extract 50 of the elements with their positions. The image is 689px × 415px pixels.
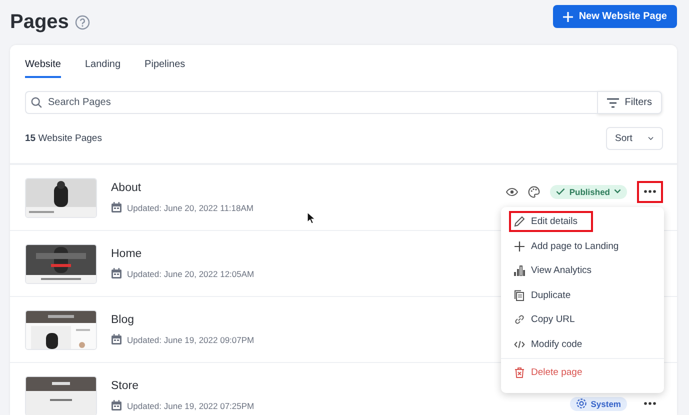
bar-chart-icon xyxy=(514,265,525,276)
menu-item[interactable]: Add page to Landing xyxy=(509,236,624,256)
gear-icon xyxy=(576,398,587,409)
updated-date: Updated: June 19, 2022 07:25PM xyxy=(127,400,254,410)
help-icon[interactable] xyxy=(74,14,90,30)
check-icon xyxy=(556,188,566,195)
trash-icon xyxy=(514,367,525,378)
new-page-button[interactable]: New Website Page xyxy=(552,5,677,28)
calendar-icon xyxy=(111,400,122,411)
updated-date: Updated: June 19, 2022 09:07PM xyxy=(127,334,254,344)
chevron-down-icon xyxy=(614,189,621,194)
copy-icon xyxy=(514,290,525,300)
sort-dropdown[interactable]: Sort xyxy=(606,127,663,150)
tab[interactable]: Landing xyxy=(84,59,121,78)
code-icon xyxy=(514,338,525,350)
page-name: Home xyxy=(111,248,142,260)
menu-item[interactable]: Modify code xyxy=(509,334,588,354)
page-name: Store xyxy=(111,380,138,392)
page-title: Pages xyxy=(10,11,69,33)
more-icon xyxy=(644,190,656,193)
tab[interactable]: Pipelines xyxy=(144,59,186,78)
page-count: 15 Website Pages xyxy=(25,133,102,144)
menu-item[interactable]: Edit details xyxy=(509,211,594,232)
system-badge: System xyxy=(570,396,627,410)
updated-date: Updated: June 20, 2022 12:05AM xyxy=(127,268,254,278)
menu-item[interactable]: Copy URL xyxy=(509,309,580,330)
page-name: Blog xyxy=(111,314,134,326)
pencil-icon xyxy=(514,216,525,227)
calendar-icon xyxy=(111,202,122,213)
filters-button[interactable]: Filters xyxy=(596,91,662,114)
filter-icon xyxy=(606,98,619,108)
tab[interactable]: Website xyxy=(25,59,61,78)
palette-icon[interactable] xyxy=(528,186,540,198)
menu-item[interactable]: Delete page xyxy=(509,362,588,383)
search-field[interactable]: Search Pages xyxy=(25,91,597,114)
more-button[interactable] xyxy=(637,180,663,202)
link-icon xyxy=(514,314,525,325)
eye-icon[interactable] xyxy=(506,188,518,196)
plus-icon xyxy=(562,12,573,22)
calendar-icon xyxy=(111,268,122,279)
menu-item[interactable]: Duplicate xyxy=(509,284,576,306)
plus-icon xyxy=(514,240,525,252)
status-dropdown[interactable]: Published xyxy=(550,184,627,198)
page-name: About xyxy=(111,182,142,194)
calendar-icon xyxy=(111,334,122,345)
more-icon xyxy=(644,402,656,405)
menu-item[interactable]: View Analytics xyxy=(509,260,597,281)
cursor-icon xyxy=(307,212,315,224)
chevron-down-icon xyxy=(648,135,654,142)
updated-date: Updated: June 20, 2022 11:18AM xyxy=(127,202,254,212)
